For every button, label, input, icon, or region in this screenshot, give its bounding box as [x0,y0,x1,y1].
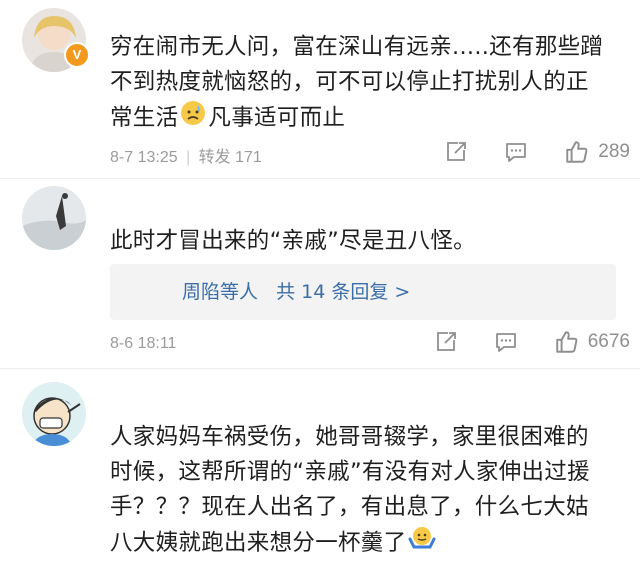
comment-icon [495,333,516,352]
comment-line: 八大姨就跑出来想分一杯羹了 [110,525,620,562]
reply-names[interactable]: 周陷等人 [182,281,258,303]
comment-date: 8-7 13:25 [110,149,178,166]
comment-date: 8-6 18:11 [110,335,177,352]
comment-1: V 穷在闹市无人问，富在深山有远亲.....还有那些蹭 不到热度就恼怒的，可不可… [0,0,640,180]
shrug-emoji-icon [408,525,436,562]
comment-meta: 8-6 18:11 [110,335,176,353]
comment-line: 常生活 凡事适可而止 [110,100,620,137]
divider [0,368,640,369]
forward-button[interactable] [444,140,468,164]
comment-3: 人家妈妈车祸受伤，她哥哥辍学，家里很困难的 时候，这帮所谓的“亲戚”有没有对人家… [0,370,640,556]
comment-2: 此时才冒出来的“亲戚”尽是丑八怪。 周陷等人 共 14 条回复 > 8-6 18… [0,180,640,370]
comment-line: 穷在闹市无人问，富在深山有远亲.....还有那些蹭 [110,34,604,60]
comment-text: 此时才冒出来的“亲戚”尽是丑八怪。 [110,224,620,259]
comment-line: 手？？？现在人出名了，有出息了，什么七大姑 [110,494,589,520]
forward-icon [436,332,456,351]
comment-meta: 8-7 13:25 | 转发 171 [110,143,262,167]
meta-separator: | [186,149,191,166]
comment-actions: 6676 [434,328,630,356]
like-button[interactable]: 289 [564,139,630,165]
comment-text: 穷在闹市无人问，富在深山有远亲.....还有那些蹭 不到热度就恼怒的，可不可以停… [110,30,620,137]
repost-link[interactable]: 转发 171 [199,149,262,166]
thumbs-up-icon [555,331,578,353]
comment-button[interactable] [494,330,518,354]
comment-text: 人家妈妈车祸受伤，她哥哥辍学，家里很困难的 时候，这帮所谓的“亲戚”有没有对人家… [110,420,620,562]
avatar[interactable] [22,382,86,446]
comment-line: 此时才冒出来的“亲戚”尽是丑八怪。 [110,228,476,254]
comment-line: 不到热度就恼怒的，可不可以停止打扰别人的正 [110,69,589,95]
like-count: 289 [598,141,630,162]
thumbs-up-icon [566,141,588,163]
reply-summary[interactable]: 周陷等人 共 14 条回复 > [110,264,616,320]
comment-line-text: 八大姨就跑出来想分一杯羹了 [110,530,407,556]
divider [0,178,640,179]
comment-actions: 289 [444,138,630,166]
like-count: 6676 [587,331,630,352]
comment-line: 时候，这帮所谓的“亲戚”有没有对人家伸出过援 [110,459,590,485]
forward-icon [447,142,467,161]
sad-face-emoji-icon [180,100,206,137]
comment-line-text: 常生活 [110,105,179,131]
comment-button[interactable] [504,140,528,164]
comment-icon [506,143,527,162]
comment-tail: 凡事适可而止 [208,105,346,131]
comment-line: 人家妈妈车祸受伤，她哥哥辍学，家里很困难的 [110,424,589,450]
verified-badge: V [64,42,90,68]
forward-button[interactable] [434,330,458,354]
avatar[interactable] [22,186,86,250]
like-button[interactable]: 6676 [554,329,630,355]
reply-count-link[interactable]: 共 14 条回复 > [276,281,410,303]
